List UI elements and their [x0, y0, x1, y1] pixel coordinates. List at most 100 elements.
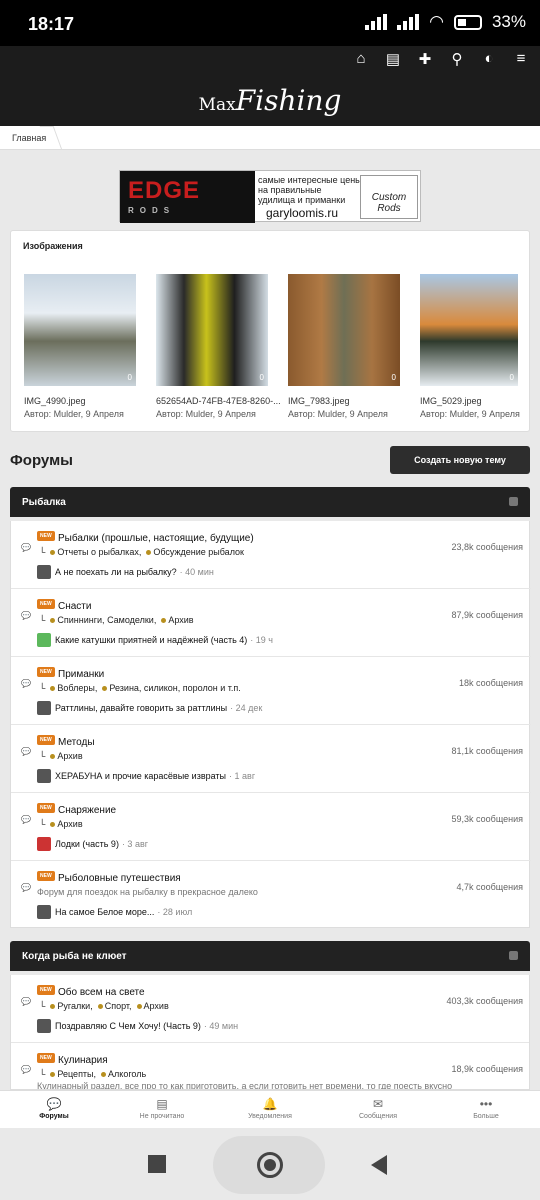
chat-bubble-icon: 💬 — [21, 747, 31, 756]
chat-bubble-icon: 💬 — [21, 997, 31, 1006]
forum-node[interactable]: 💬 NEW Рыболовные путешествия Форум для п… — [11, 861, 531, 929]
forum-name[interactable]: Рыболовные путешествия — [58, 873, 181, 884]
image-thumb[interactable]: 0 — [288, 274, 400, 386]
image-author: Автор: Mulder, 9 Апреля — [420, 409, 520, 419]
forum-node[interactable]: 💬 NEW Приманки └ Воблеры, Резина, силикон,… — [11, 657, 531, 725]
category-body: 💬 NEW Обо всем на свете └ Ругалки, Спорт, А… — [10, 975, 530, 1090]
tab-notifications[interactable]: 🔔 Уведомления — [216, 1091, 324, 1129]
tab-more[interactable]: ••• Больше — [432, 1091, 540, 1129]
last-post[interactable]: ХЕРАБУНА и прочие карасёвые извраты · 1 а… — [37, 769, 255, 783]
forum-node[interactable]: 💬 NEW Кулинария └ Рецепты, Алкоголь 18,9k … — [11, 1043, 529, 1089]
ad-banner[interactable]: EDGE RODS самые интересные цены на правиль… — [119, 170, 421, 223]
last-post[interactable]: Какие катушки приятней и надёжней (часть… — [37, 633, 273, 647]
chat-bubble-icon: 💬 — [21, 815, 31, 824]
forum-node[interactable]: 💬 NEW Методы └ Архив 81,1k сообщения ХЕРА… — [11, 725, 531, 793]
forum-name[interactable]: Приманки — [58, 669, 104, 680]
forum-name[interactable]: Методы — [58, 737, 95, 748]
avatar — [37, 701, 51, 715]
logo-text-fishing: Fishing — [235, 84, 342, 117]
new-topic-button[interactable]: Создать новую тему — [390, 446, 530, 474]
avatar — [37, 837, 51, 851]
message-count: 18k сообщения — [459, 678, 523, 688]
subforums: └ Архив — [39, 751, 83, 761]
last-post[interactable]: А не поехать ли на рыбалку? · 40 мин — [37, 565, 214, 579]
home-icon[interactable]: ⌂ — [352, 50, 370, 68]
tab-forums[interactable]: 💬 Форумы — [0, 1091, 108, 1129]
last-post[interactable]: На самое Белое море... · 28 июл — [37, 905, 192, 919]
chat-bubble-icon: 💬 — [21, 543, 31, 552]
forum-name[interactable]: Кулинария — [58, 1055, 108, 1066]
message-count: 18,9k сообщения — [451, 1064, 523, 1074]
subforums: └ Ругалки, Спорт, Архив — [39, 1001, 169, 1011]
signal-icon — [365, 14, 388, 30]
chat-bubble-icon: 💬 — [21, 679, 31, 688]
forum-name[interactable]: Обо всем на свете — [58, 987, 145, 998]
forum-node[interactable]: 💬 NEW Снаряжение └ Архив 59,3k сообщения … — [11, 793, 531, 861]
image-name[interactable]: IMG_4990.jpeg — [24, 396, 86, 406]
forums-icon: 💬 — [46, 1097, 62, 1111]
image-name[interactable]: 652654AD-74FB-47E8-8260-... — [156, 396, 281, 406]
image-author: Автор: Mulder, 9 Апреля — [156, 409, 256, 419]
forum-node[interactable]: 💬 NEW Снасти └ Спиннинги, Самоделки, Архив… — [11, 589, 531, 657]
category-title: Рыбалка — [22, 497, 66, 508]
forum-name[interactable]: Рыбалки (прошлые, настоящие, будущие) — [58, 533, 254, 544]
logo-text-max: Max — [198, 95, 236, 115]
bottom-tab-bar: 💬 Форумы ▤ Не прочитано 🔔 Уведомления ✉ Сооб… — [0, 1090, 540, 1128]
avatar — [37, 633, 51, 647]
battery-level: 33% — [491, 12, 526, 31]
category-title: Когда рыба не клюет — [22, 951, 127, 962]
theme-toggle-icon[interactable]: ◐ — [480, 50, 498, 68]
status-time: 18:17 — [28, 14, 75, 34]
last-post[interactable]: Раттлины, давайте говорить за раттлины · … — [37, 701, 262, 715]
home-button[interactable] — [257, 1152, 283, 1178]
last-post[interactable]: Поздравляю С Чем Хочу! (Часть 9) · 49 мин — [37, 1019, 238, 1033]
category-header[interactable]: Рыбалка — [10, 487, 530, 517]
message-count: 59,3k сообщения — [451, 814, 523, 824]
image-thumb[interactable]: 0 — [420, 274, 518, 386]
message-count: 23,8k сообщения — [451, 542, 523, 552]
tab-unread[interactable]: ▤ Не прочитано — [108, 1091, 216, 1129]
breadcrumb-home[interactable]: Главная — [12, 133, 46, 143]
search-icon[interactable]: ⚲ — [448, 50, 466, 68]
forum-name[interactable]: Снасти — [58, 601, 91, 612]
unread-icon: ▤ — [156, 1097, 168, 1111]
back-button[interactable] — [371, 1155, 387, 1175]
new-badge: NEW — [37, 985, 55, 995]
new-badge: NEW — [37, 1053, 55, 1063]
new-badge: NEW — [37, 871, 55, 881]
chat-bubble-icon: 💬 — [21, 611, 31, 620]
forum-node[interactable]: 💬 NEW Обо всем на свете └ Ругалки, Спорт, А… — [11, 975, 529, 1043]
forum-node[interactable]: 💬 NEW Рыбалки (прошлые, настоящие, будущ… — [11, 521, 531, 589]
image-name[interactable]: IMG_7983.jpeg — [288, 396, 350, 406]
banner-url: garyloomis.ru — [266, 206, 339, 220]
system-nav-bar — [0, 1128, 540, 1200]
forums-heading: Форумы — [10, 452, 73, 469]
collapse-icon[interactable] — [509, 951, 518, 960]
images-title: Изображения — [23, 241, 83, 251]
chat-bubble-icon: 💬 — [21, 883, 31, 892]
site-logo[interactable]: MaxFishing — [0, 84, 540, 117]
tab-messages[interactable]: ✉ Сообщения — [324, 1091, 432, 1129]
battery-icon — [453, 14, 482, 30]
recents-button[interactable] — [148, 1155, 166, 1173]
subforums: └ Спиннинги, Самоделки, Архив — [39, 615, 194, 625]
image-thumb[interactable]: 0 — [156, 274, 268, 386]
last-post[interactable]: Лодки (часть 9) · 3 авг — [37, 837, 148, 851]
category-header[interactable]: Когда рыба не клюет — [10, 941, 530, 971]
more-icon: ••• — [479, 1097, 493, 1111]
status-bar: 18:17 ◠ 33% — [0, 0, 540, 46]
forum-name[interactable]: Снаряжение — [58, 805, 116, 816]
news-icon[interactable]: ▤ — [384, 50, 402, 68]
menu-icon[interactable]: ≡ — [512, 50, 530, 68]
image-thumb[interactable]: 0 — [24, 274, 136, 386]
subforums: └ Воблеры, Резина, силикон, поролон и т.п. — [39, 683, 241, 693]
avatar — [37, 769, 51, 783]
add-icon[interactable]: ✚ — [416, 50, 434, 68]
collapse-icon[interactable] — [509, 497, 518, 506]
subforums: └ Архив — [39, 819, 83, 829]
image-name[interactable]: IMG_5029.jpeg — [420, 396, 482, 406]
images-widget: Изображения 0 0 0 0 IMG_4990.jpeg 652654… — [10, 230, 530, 432]
message-count: 87,9k сообщения — [451, 610, 523, 620]
banner-arc-logo: Custom Rods — [360, 175, 418, 219]
message-count: 4,7k сообщения — [456, 882, 523, 892]
